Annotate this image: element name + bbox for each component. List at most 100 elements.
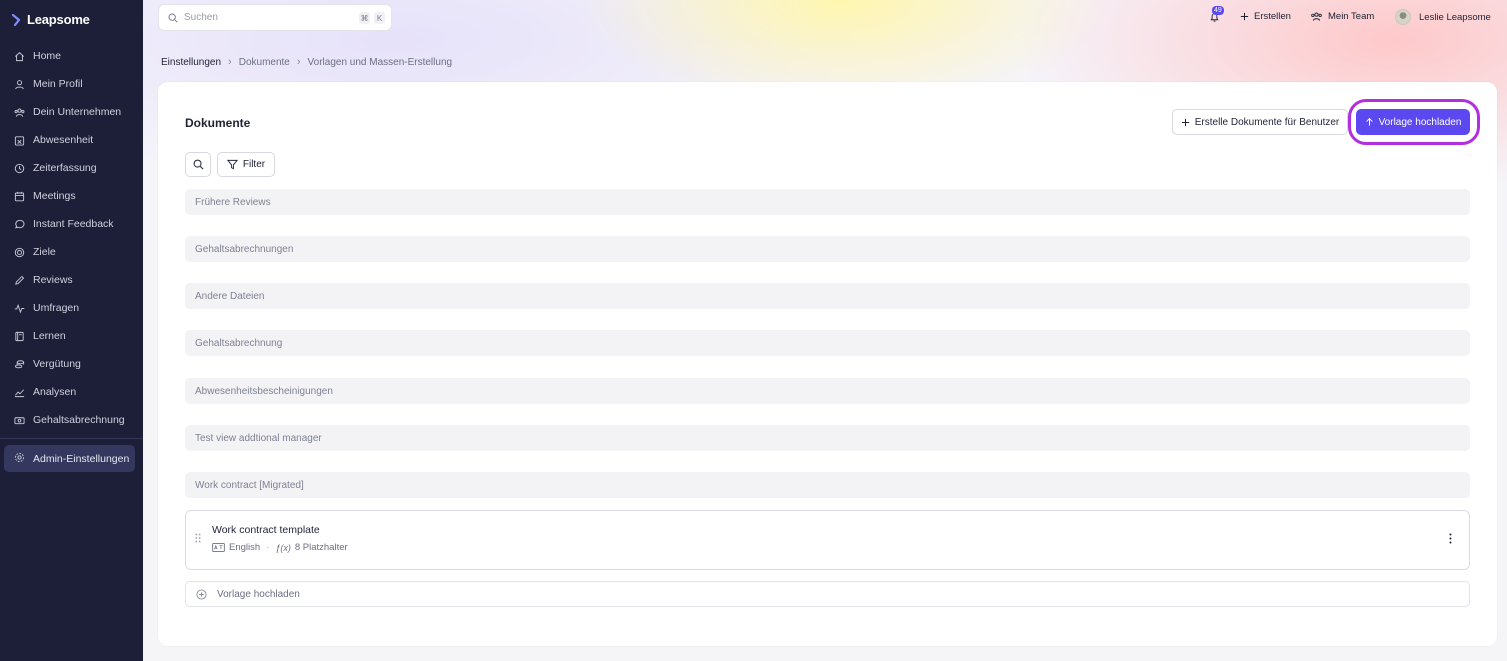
sidebar-item-label: Gehaltsabrechnung	[33, 414, 125, 426]
search-placeholder: Suchen	[184, 12, 218, 23]
user-icon	[14, 79, 25, 90]
sidebar-item-label: Vergütung	[33, 358, 81, 370]
sidebar-item-zeiterfassung[interactable]: Zeiterfassung	[0, 154, 143, 182]
sidebar-item-gehaltsabrechnung[interactable]: Gehaltsabrechnung	[0, 406, 143, 434]
plus-icon	[1240, 12, 1249, 21]
sidebar-item-verguetung[interactable]: Vergütung	[0, 350, 143, 378]
template-meta: English · ƒ(x) 8 Platzhalter	[212, 542, 348, 553]
shortcut-k-key: K	[374, 12, 385, 24]
folder-row[interactable]: Test view addtional manager	[185, 425, 1470, 451]
sidebar-divider	[0, 438, 143, 439]
sidebar-item-mein-profil[interactable]: Mein Profil	[0, 70, 143, 98]
sidebar-item-label: Dein Unternehmen	[33, 106, 122, 118]
target-icon	[14, 247, 25, 258]
payroll-icon	[14, 415, 25, 426]
highlight-annotation	[1348, 99, 1480, 145]
notification-badge: 49	[1212, 6, 1224, 15]
sidebar-item-label: Zeiterfassung	[33, 162, 97, 174]
shortcut-mod-key: ⌘	[359, 12, 370, 24]
absence-icon	[14, 135, 25, 146]
sidebar-nav: Home Mein Profil Dein Unternehmen Abwese…	[0, 42, 143, 434]
page-title: Dokumente	[185, 116, 251, 130]
sidebar-item-label: Lernen	[33, 330, 66, 342]
create-button[interactable]: Erstellen	[1240, 11, 1291, 22]
create-documents-label: Erstelle Dokumente für Benutzer	[1194, 116, 1340, 128]
clock-icon	[14, 163, 25, 174]
pulse-icon	[14, 303, 25, 314]
folder-name: Frühere Reviews	[195, 196, 271, 208]
breadcrumb-einstellungen[interactable]: Einstellungen	[161, 57, 221, 68]
book-icon	[14, 331, 25, 342]
sidebar-item-label: Analysen	[33, 386, 77, 398]
company-icon	[14, 107, 25, 118]
sidebar-item-label: Abwesenheit	[33, 134, 94, 146]
avatar	[1395, 9, 1411, 25]
sidebar-item-home[interactable]: Home	[0, 42, 143, 70]
home-icon	[14, 51, 25, 62]
sidebar-item-label: Mein Profil	[33, 78, 83, 90]
search-input[interactable]: Suchen ⌘ K	[158, 4, 392, 31]
breadcrumb: Einstellungen › Dokumente › Vorlagen und…	[161, 56, 452, 68]
sidebar-item-dein-unternehmen[interactable]: Dein Unternehmen	[0, 98, 143, 126]
search-button[interactable]	[185, 152, 211, 177]
create-documents-button[interactable]: Erstelle Dokumente für Benutzer	[1172, 109, 1348, 135]
plus-icon	[1181, 118, 1189, 126]
sidebar-item-label: Reviews	[33, 274, 73, 286]
sidebar-item-admin-einstellungen[interactable]: Admin-Einstellungen	[4, 445, 135, 472]
coins-icon	[14, 359, 25, 370]
sidebar-item-umfragen[interactable]: Umfragen	[0, 294, 143, 322]
folder-name: Andere Dateien	[195, 290, 265, 302]
brand-name: Leapsome	[27, 12, 90, 27]
sidebar-item-reviews[interactable]: Reviews	[0, 266, 143, 294]
sidebar-item-analysen[interactable]: Analysen	[0, 378, 143, 406]
filter-label: Filter	[242, 159, 266, 170]
leapsome-logo-icon	[12, 13, 21, 26]
separator-dot: ·	[266, 542, 270, 553]
add-template-label: Vorlage hochladen	[217, 588, 300, 600]
template-row[interactable]: Work contract template English · ƒ(x) 8 …	[185, 510, 1470, 570]
folder-row[interactable]: Gehaltsabrechnungen	[185, 236, 1470, 262]
folder-row[interactable]: Abwesenheitsbescheinigungen	[185, 378, 1470, 404]
search-icon	[193, 159, 203, 170]
chat-icon	[14, 219, 25, 230]
folder-name: Gehaltsabrechnungen	[195, 243, 294, 255]
search-icon	[168, 13, 178, 23]
folder-row[interactable]: Gehaltsabrechnung	[185, 330, 1470, 356]
sidebar-item-lernen[interactable]: Lernen	[0, 322, 143, 350]
template-placeholders: 8 Platzhalter	[294, 542, 348, 553]
my-team-button[interactable]: Mein Team	[1310, 11, 1374, 22]
drag-handle-icon[interactable]	[195, 533, 201, 543]
add-template-row[interactable]: Vorlage hochladen	[185, 581, 1470, 607]
filter-icon	[226, 159, 238, 170]
chevron-right-icon: ›	[296, 56, 301, 68]
sidebar-item-label: Meetings	[33, 190, 76, 202]
pen-icon	[14, 275, 25, 286]
sidebar-item-instant-feedback[interactable]: Instant Feedback	[0, 210, 143, 238]
sidebar-item-meetings[interactable]: Meetings	[0, 182, 143, 210]
more-vertical-icon[interactable]	[1449, 533, 1452, 544]
gear-icon	[14, 452, 25, 466]
chart-icon	[14, 387, 25, 398]
sidebar-item-ziele[interactable]: Ziele	[0, 238, 143, 266]
breadcrumb-dokumente[interactable]: Dokumente	[239, 57, 290, 68]
folder-row[interactable]: Work contract [Migrated]	[185, 472, 1470, 498]
user-name: Leslie Leapsome	[1419, 11, 1491, 23]
sidebar-item-label: Admin-Einstellungen	[33, 452, 130, 465]
folder-row[interactable]: Frühere Reviews	[185, 189, 1470, 215]
sidebar-item-label: Umfragen	[33, 302, 80, 314]
chevron-right-icon: ›	[228, 56, 232, 68]
template-language: English	[229, 542, 261, 553]
folder-row[interactable]: Andere Dateien	[185, 283, 1470, 309]
folder-name: Work contract [Migrated]	[195, 479, 304, 491]
folder-name: Gehaltsabrechnung	[195, 337, 283, 349]
folder-name: Abwesenheitsbescheinigungen	[195, 385, 333, 397]
sidebar-item-abwesenheit[interactable]: Abwesenheit	[0, 126, 143, 154]
sidebar-item-label: Home	[33, 50, 62, 62]
leapsome-logo[interactable]: Leapsome	[12, 12, 90, 27]
breadcrumb-current: Vorlagen und Massen-Erstellung	[307, 56, 453, 68]
user-menu[interactable]: Leslie Leapsome	[1395, 9, 1491, 25]
team-icon	[1311, 12, 1322, 21]
filter-button[interactable]: Filter	[217, 152, 275, 177]
sidebar-item-label: Ziele	[33, 246, 56, 258]
plus-circle-icon	[196, 588, 207, 600]
